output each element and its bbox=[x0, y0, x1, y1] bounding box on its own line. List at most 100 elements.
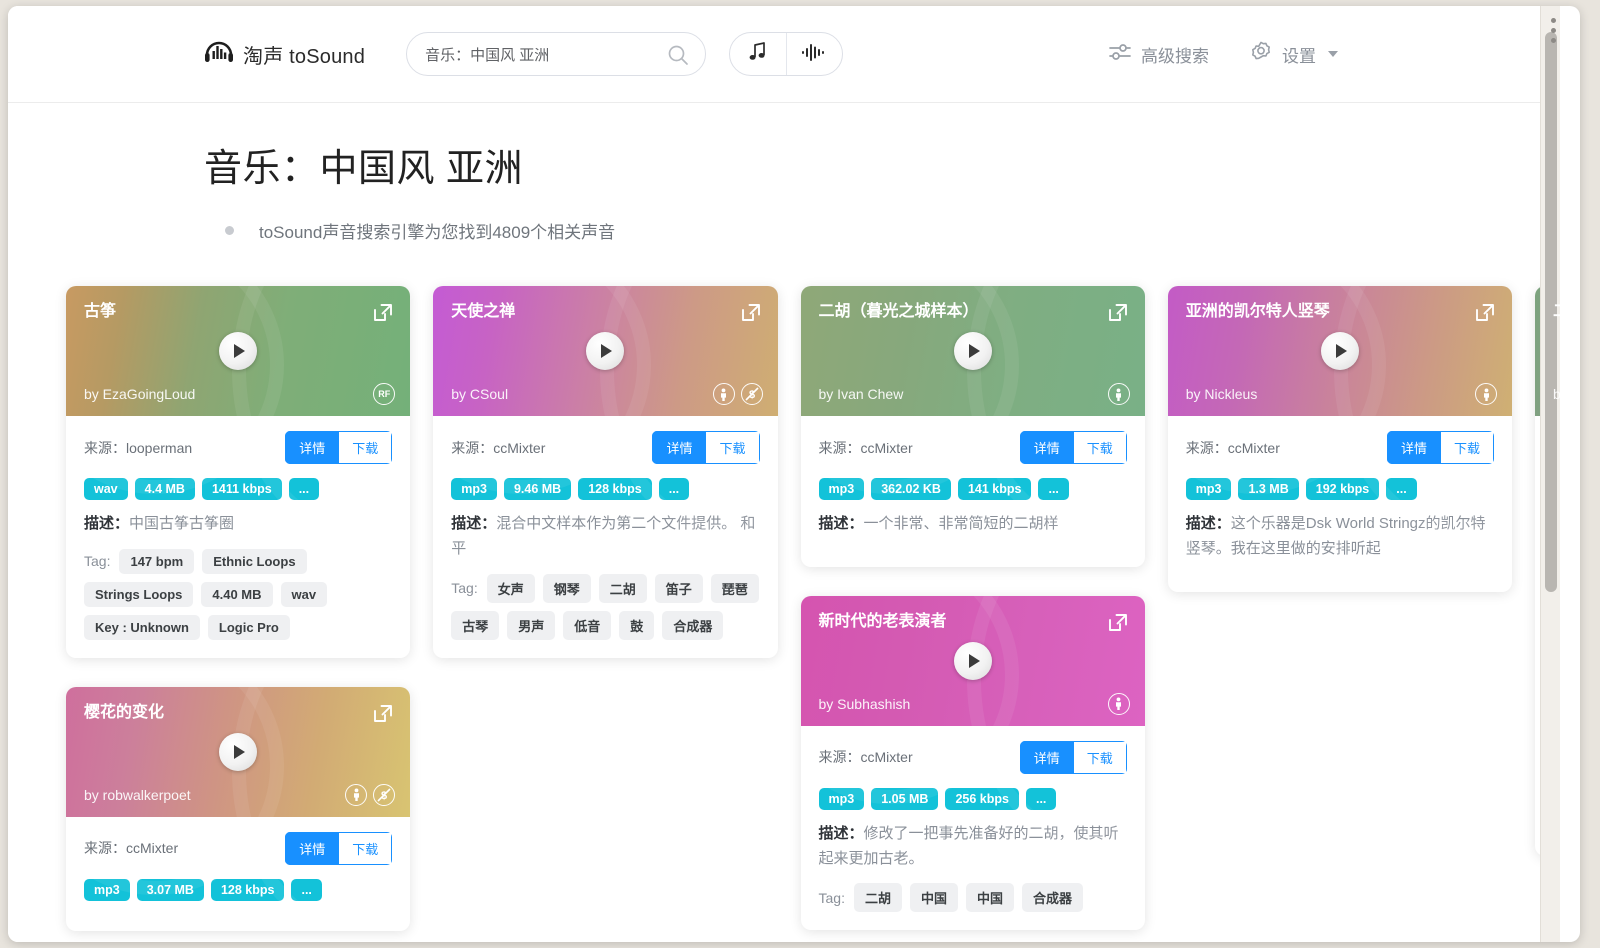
meta-chip[interactable]: mp3 bbox=[818, 787, 865, 810]
detail-button[interactable]: 详情 bbox=[285, 431, 340, 464]
meta-chip[interactable]: wav bbox=[84, 478, 128, 500]
waveform-icon bbox=[802, 42, 826, 67]
meta-chip[interactable]: mp3 bbox=[84, 878, 130, 901]
card-thumbnail[interactable]: 古筝 by EzaGoingLoud RF bbox=[66, 286, 411, 534]
meta-chip[interactable]: 256 kbps bbox=[945, 787, 1019, 810]
tag-chip[interactable]: 4.40 MB bbox=[201, 581, 273, 607]
download-button[interactable]: 下载 bbox=[339, 831, 393, 865]
meta-chip[interactable]: 9.46 MB bbox=[503, 478, 572, 500]
detail-button[interactable]: 详情 bbox=[1019, 431, 1074, 464]
tag-chip[interactable]: 琵琶 bbox=[710, 573, 759, 603]
chevron-down-icon[interactable] bbox=[1328, 51, 1338, 57]
brand-logo[interactable]: 淘声 toSound bbox=[204, 38, 365, 70]
external-link-icon[interactable] bbox=[1474, 302, 1496, 324]
card-thumbnail[interactable]: 二胡（暮光之城样本） by Ivan Chew bbox=[800, 286, 1145, 534]
tag-chip[interactable]: 147 bpm bbox=[119, 548, 195, 574]
sound-card[interactable]: 二胡（暮光之城样本） by Ivan Chew 来源：ccMixter 详情 下… bbox=[800, 286, 1145, 567]
download-button[interactable]: 下载 bbox=[339, 431, 393, 464]
tag-chip[interactable]: Strings Loops bbox=[84, 581, 194, 607]
detail-button[interactable]: 详情 bbox=[652, 431, 707, 464]
meta-chip[interactable]: ... bbox=[1038, 478, 1069, 500]
vertical-scrollbar[interactable] bbox=[1540, 6, 1560, 942]
detail-button[interactable]: 详情 bbox=[285, 831, 340, 865]
card-thumbnail[interactable]: 亚洲的凯尔特人竖琴 by Nickleus bbox=[1167, 286, 1512, 534]
tag-chip[interactable]: 鼓 bbox=[619, 610, 655, 640]
tag-chip[interactable]: 二胡 bbox=[598, 573, 647, 603]
detail-button[interactable]: 详情 bbox=[1019, 740, 1074, 774]
card-action-group: 详情 下载 bbox=[285, 831, 393, 865]
play-button[interactable] bbox=[586, 332, 625, 370]
sound-card-grid: 古筝 by EzaGoingLoud RF 来源：looperman 详情 下载 bbox=[8, 286, 1560, 942]
meta-chip[interactable]: 192 kbps bbox=[1305, 478, 1380, 500]
meta-chip[interactable]: 128 kbps bbox=[578, 478, 652, 500]
tag-chip[interactable]: Key : Unknown bbox=[84, 614, 200, 640]
sfx-mode-button[interactable] bbox=[785, 33, 843, 75]
tag-chip[interactable]: Logic Pro bbox=[207, 614, 290, 640]
card-title: 亚洲的凯尔特人竖琴 bbox=[1185, 303, 1330, 320]
play-button[interactable] bbox=[953, 641, 992, 680]
meta-chip[interactable]: mp3 bbox=[818, 478, 865, 500]
sound-card[interactable]: 古筝 by EzaGoingLoud RF 来源：looperman 详情 下载 bbox=[66, 286, 411, 658]
search-input[interactable] bbox=[425, 45, 666, 63]
tag-chip[interactable]: 合成器 bbox=[662, 610, 724, 640]
tag-chip[interactable]: 中国 bbox=[909, 883, 958, 913]
play-button[interactable] bbox=[953, 332, 992, 370]
search-icon[interactable] bbox=[667, 44, 689, 66]
download-button[interactable]: 下载 bbox=[1073, 431, 1127, 464]
meta-chip[interactable]: mp3 bbox=[451, 478, 497, 500]
external-link-icon[interactable] bbox=[372, 302, 394, 324]
tag-chip[interactable]: 合成器 bbox=[1022, 883, 1084, 913]
card-title: 古筝 bbox=[84, 303, 117, 320]
sound-card[interactable]: 樱花的变化 by robwalkerpoet $ 来源：ccMixter 详情 … bbox=[66, 686, 411, 931]
meta-chip[interactable]: 362.02 KB bbox=[871, 478, 951, 500]
advanced-search-button[interactable]: 高级搜索 bbox=[1108, 41, 1209, 68]
tag-chip[interactable]: 笛子 bbox=[654, 573, 703, 603]
card-thumbnail[interactable]: 樱花的变化 by robwalkerpoet $ bbox=[66, 686, 411, 931]
tag-chip[interactable]: 男声 bbox=[507, 610, 556, 640]
sound-card[interactable]: 亚洲的凯尔特人竖琴 by Nickleus 来源：ccMixter 详情 下载 bbox=[1167, 286, 1512, 592]
card-thumbnail[interactable]: 新时代的老表演者 by Subhashish bbox=[800, 595, 1145, 844]
meta-chip[interactable]: ... bbox=[288, 478, 320, 500]
tag-chip[interactable]: 低音 bbox=[563, 610, 612, 640]
meta-chip[interactable]: mp3 bbox=[1185, 478, 1232, 500]
sound-card[interactable]: 天使之禅 by CSoul $ 来源：ccMixter 详情 下载 m bbox=[433, 286, 778, 658]
meta-chip[interactable]: ... bbox=[1386, 478, 1417, 500]
card-thumbnail[interactable]: 天使之禅 by CSoul $ bbox=[433, 286, 778, 534]
description: 描述：这个乐器是Dsk World Stringz的凯尔特竖琴。我在这里做的安排… bbox=[1185, 515, 1486, 557]
meta-chip[interactable]: 128 kbps bbox=[210, 878, 285, 901]
meta-chip[interactable]: 1411 kbps bbox=[201, 478, 282, 500]
meta-chip[interactable]: 3.07 MB bbox=[136, 878, 204, 901]
settings-button[interactable]: 设置 bbox=[1249, 40, 1338, 69]
play-button[interactable] bbox=[219, 332, 258, 370]
meta-chip[interactable]: 141 kbps bbox=[957, 478, 1032, 500]
license-nc-badge: $ bbox=[740, 383, 763, 405]
download-button[interactable]: 下载 bbox=[1073, 740, 1127, 774]
tag-chip[interactable]: 钢琴 bbox=[542, 573, 591, 603]
tag-chip[interactable]: 二胡 bbox=[853, 883, 902, 913]
play-button[interactable] bbox=[219, 732, 258, 771]
meta-chip[interactable]: 4.4 MB bbox=[134, 478, 195, 500]
meta-chip[interactable]: ... bbox=[1025, 787, 1057, 810]
source-text: 来源：ccMixter bbox=[84, 840, 179, 857]
tag-chip[interactable]: Ethnic Loops bbox=[202, 548, 307, 574]
tag-chip[interactable]: 中国 bbox=[966, 883, 1015, 913]
music-mode-button[interactable] bbox=[730, 33, 786, 75]
external-link-icon[interactable] bbox=[740, 302, 762, 324]
meta-chip[interactable]: ... bbox=[658, 478, 690, 500]
external-link-icon[interactable] bbox=[372, 703, 394, 725]
download-button[interactable]: 下载 bbox=[706, 431, 760, 464]
search-box[interactable] bbox=[406, 32, 707, 76]
download-button[interactable]: 下载 bbox=[1440, 431, 1494, 464]
meta-chip[interactable]: 1.3 MB bbox=[1238, 478, 1299, 500]
meta-chip[interactable]: ... bbox=[291, 878, 322, 901]
tag-chip[interactable]: 古琴 bbox=[451, 610, 500, 640]
tag-chip[interactable]: 女声 bbox=[486, 573, 535, 603]
sound-card[interactable]: 新时代的老表演者 by Subhashish 来源：ccMixter 详情 下载 bbox=[800, 595, 1145, 931]
external-link-icon[interactable] bbox=[1107, 612, 1129, 634]
play-button[interactable] bbox=[1320, 332, 1359, 370]
tag-chip[interactable]: wav bbox=[280, 581, 328, 607]
meta-chip[interactable]: 1.05 MB bbox=[871, 787, 939, 810]
meta-row: mp3 362.02 KB 141 kbps... bbox=[818, 478, 1127, 500]
external-link-icon[interactable] bbox=[1107, 302, 1129, 324]
detail-button[interactable]: 详情 bbox=[1386, 431, 1441, 464]
